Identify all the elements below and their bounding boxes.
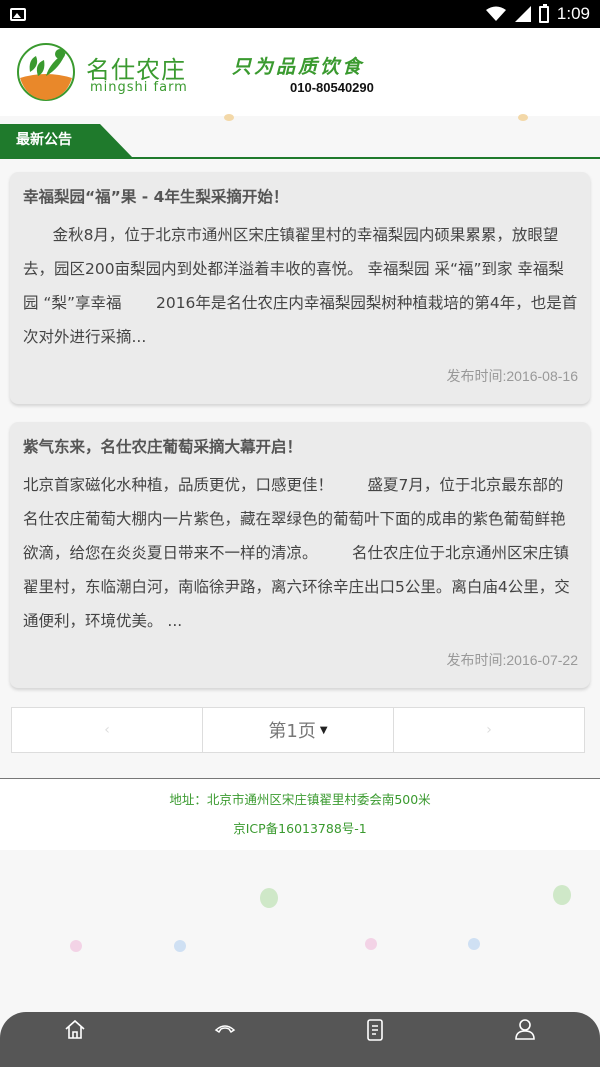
decor-dot [468,938,480,950]
nav-user[interactable] [500,1018,550,1048]
chevron-left-icon: ‹ [104,722,110,738]
logo-icon[interactable] [16,42,76,102]
phone-number[interactable]: 010-80540290 [290,80,374,95]
decor-dot [70,940,82,952]
next-page-button[interactable]: › [394,708,584,752]
decor-dot [260,888,278,908]
section-title: 最新公告 [0,124,132,157]
phone-icon [214,1025,236,1034]
decor-dot [174,940,186,952]
caret-down-icon: ▼ [319,724,328,736]
article-title[interactable]: 紫气东来，名仕农庄葡萄采摘大幕开启！ [23,436,578,458]
page-select[interactable]: 第1页 ▼ [203,708,394,752]
user-icon [515,1019,535,1040]
decor-dot [553,885,571,905]
article-date: 发布时间:2016-07-22 [446,652,578,668]
nav-home[interactable] [50,1018,100,1048]
article-card[interactable]: 幸福梨园“福”果 - 4年生梨采摘开始！ 金秋8月，位于北京市通州区宋庄镇翟里村… [10,172,590,404]
prev-page-button[interactable]: ‹ [12,708,203,752]
status-time: 1:09 [556,4,590,23]
decor-dot [365,938,377,950]
article-title[interactable]: 幸福梨园“福”果 - 4年生梨采摘开始！ [23,186,578,208]
footer-icp[interactable]: 京ICP备16013788号-1 [0,818,600,837]
status-bar: 1:09 [0,0,600,28]
article-summary: 金秋8月，位于北京市通州区宋庄镇翟里村的幸福梨园内硕果累累，放眼望去，园区200… [23,226,578,346]
slogan: 只为品质饮食 [232,56,365,78]
site-footer: 地址：北京市通州区宋庄镇翟里村委会南500米 京ICP备16013788号-1 [0,778,600,850]
pagination: ‹ 第1页 ▼ › [11,707,585,753]
site-header: 名仕农庄 mingshi farm 只为品质饮食 010-80540290 [0,28,600,116]
decor-dot [224,114,234,121]
current-page-label: 第1页 [268,721,316,742]
nav-notes[interactable] [350,1018,400,1048]
article-summary: 北京首家磁化水种植，品质更优，口感更佳！ 盛夏7月，位于北京最东部的名仕农庄葡萄… [23,476,570,630]
article-card[interactable]: 紫气东来，名仕农庄葡萄采摘大幕开启！ 北京首家磁化水种植，品质更优，口感更佳！ … [10,422,590,688]
battery-charging-icon [538,3,549,23]
article-date: 发布时间:2016-08-16 [446,368,578,384]
bottom-nav [0,1012,600,1067]
home-icon [65,1019,85,1039]
decor-dot [518,114,528,121]
gallery-icon [10,7,26,21]
signal-icon [514,6,531,22]
brand-subtitle: mingshi farm [90,80,188,95]
wifi-icon [485,6,506,21]
nav-phone[interactable] [200,1018,250,1048]
footer-address: 地址：北京市通州区宋庄镇翟里村委会南500米 [169,792,431,807]
section-header: 最新公告 [0,124,600,159]
chevron-right-icon: › [486,722,492,738]
notebook-icon [367,1019,383,1041]
